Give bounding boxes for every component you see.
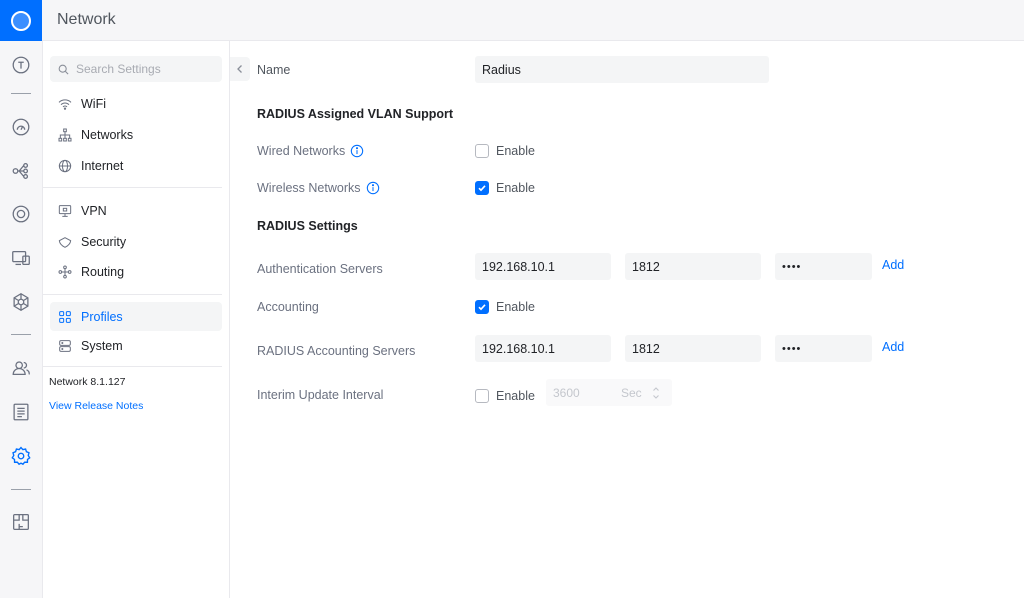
vlan-section-title: RADIUS Assigned VLAN Support <box>257 107 454 121</box>
add-acct-server-button[interactable]: Add <box>882 340 904 354</box>
sidebar-item-label: Security <box>81 234 127 249</box>
app-rail <box>0 41 43 598</box>
info-icon[interactable] <box>366 181 380 195</box>
chevron-down-icon[interactable] <box>652 393 660 401</box>
settings-icon[interactable] <box>10 445 32 467</box>
sidebar-item-profiles[interactable]: Profiles <box>50 302 222 331</box>
name-label: Name <box>257 63 291 77</box>
search-box <box>50 56 222 82</box>
checkbox-unchecked[interactable] <box>475 389 489 403</box>
logs-icon[interactable] <box>10 401 32 423</box>
sidebar-item-label: Routing <box>81 264 125 279</box>
acct-server-ip-input[interactable] <box>475 335 611 362</box>
accounting-checkbox[interactable]: Enable <box>475 300 535 314</box>
innerspace-icon[interactable] <box>10 511 32 533</box>
sidebar-item-label: Profiles <box>81 309 123 324</box>
sidebar-divider <box>43 366 222 367</box>
profiles-icon <box>59 310 71 323</box>
networks-icon <box>58 128 72 141</box>
accounting-label: Accounting <box>257 300 319 314</box>
vpn-icon <box>58 204 72 217</box>
sidebar-item-internet[interactable]: Internet <box>50 151 222 180</box>
checkbox-checked[interactable] <box>475 181 489 195</box>
info-icon[interactable] <box>350 144 364 158</box>
app-version: Network 8.1.127 <box>49 376 126 388</box>
wired-networks-checkbox[interactable]: Enable <box>475 144 535 158</box>
devices-icon[interactable] <box>10 160 32 182</box>
search-icon <box>58 64 69 74</box>
chevron-up-icon[interactable] <box>652 385 660 393</box>
acct-server-secret-input[interactable] <box>775 335 872 362</box>
sidebar-item-networks[interactable]: Networks <box>50 120 222 149</box>
rail-divider <box>11 93 31 94</box>
rail-divider <box>11 489 31 490</box>
sidebar-item-vpn[interactable]: VPN <box>50 196 222 225</box>
clients-icon[interactable] <box>10 203 32 225</box>
sidebar-item-system[interactable]: System <box>50 331 222 360</box>
system-icon <box>59 339 71 352</box>
sidebar-item-label: Networks <box>81 127 134 142</box>
top-header: Network <box>0 0 1024 41</box>
globe-icon <box>58 159 72 172</box>
interim-interval-input[interactable]: 3600 Sec <box>546 379 672 406</box>
number-stepper[interactable] <box>652 385 660 401</box>
chevron-left-icon <box>237 65 242 73</box>
name-input[interactable] <box>475 56 769 83</box>
auth-servers-label: Authentication Servers <box>257 262 383 276</box>
insights-icon[interactable] <box>10 247 32 269</box>
check-icon <box>478 304 486 311</box>
auth-server-port-input[interactable] <box>625 253 761 280</box>
acct-server-port-input[interactable] <box>625 335 761 362</box>
routing-icon <box>58 265 72 278</box>
wireless-networks-checkbox[interactable]: Enable <box>475 181 535 195</box>
checkbox-checked[interactable] <box>475 300 489 314</box>
check-icon <box>478 185 486 192</box>
sidebar-item-routing[interactable]: Routing <box>50 257 222 286</box>
sidebar-item-label: WiFi <box>81 96 106 111</box>
wifi-icon <box>58 98 72 110</box>
rail-divider <box>11 334 31 335</box>
app-title: Network <box>57 11 116 28</box>
hub-icon[interactable] <box>10 291 32 313</box>
interim-interval-checkbox[interactable]: Enable <box>475 389 535 403</box>
sidebar-divider <box>43 187 222 188</box>
sidebar-item-label: Internet <box>81 158 124 173</box>
release-notes-link[interactable]: View Release Notes <box>49 400 143 412</box>
topology-icon[interactable] <box>10 54 32 76</box>
app-window: Network Search Settings WiFi Networks In… <box>0 0 1024 598</box>
checkbox-unchecked[interactable] <box>475 144 489 158</box>
interim-interval-label: Interim Update Interval <box>257 388 384 402</box>
sidebar-divider <box>43 294 222 295</box>
wireless-networks-label: Wireless Networks <box>257 181 380 195</box>
users-icon[interactable] <box>10 357 32 379</box>
auth-server-ip-input[interactable] <box>475 253 611 280</box>
sidebar-item-security[interactable]: Security <box>50 227 222 256</box>
settings-sidebar: WiFi Networks Internet VPN Security Rout… <box>43 41 230 598</box>
sidebar-item-label: System <box>81 338 123 353</box>
sidebar-item-wifi[interactable]: WiFi <box>50 89 222 118</box>
radius-settings-title: RADIUS Settings <box>257 219 358 233</box>
sidebar-item-label: VPN <box>81 203 107 218</box>
auth-server-secret-input[interactable] <box>775 253 872 280</box>
shield-icon <box>58 236 72 248</box>
search-input[interactable] <box>76 62 216 76</box>
collapse-sidebar-button[interactable] <box>230 57 250 81</box>
accounting-servers-label: RADIUS Accounting Servers <box>257 344 416 358</box>
add-auth-server-button[interactable]: Add <box>882 258 904 272</box>
app-logo-icon[interactable] <box>0 0 42 41</box>
dashboard-icon[interactable] <box>10 116 32 138</box>
wired-networks-label: Wired Networks <box>257 144 364 158</box>
